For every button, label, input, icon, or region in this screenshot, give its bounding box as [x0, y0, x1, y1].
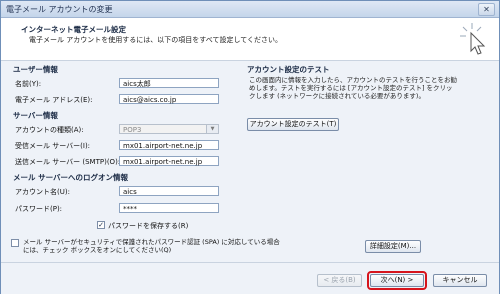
test-account-button[interactable]: アカウント設定のテスト(T)	[247, 118, 339, 131]
password-field[interactable]: ****	[119, 203, 219, 213]
incoming-server-field[interactable]: mx01.airport-net.ne.jp	[119, 140, 219, 150]
user-info-heading: ユーザー情報	[13, 65, 58, 74]
dialog-body: ユーザー情報 名前(Y): aics太郎 電子メール アドレス(E): aics…	[1, 61, 499, 261]
account-name-label: アカウント名(U):	[15, 188, 70, 196]
save-password-label: パスワードを保存する(R)	[108, 222, 189, 230]
header-title: インターネット電子メール設定	[21, 25, 126, 34]
email-label: 電子メール アドレス(E):	[15, 96, 93, 104]
cursor-click-icon	[460, 23, 486, 55]
incoming-server-label: 受信メール サーバー(I):	[15, 142, 91, 150]
cancel-button[interactable]: キャンセル	[433, 274, 487, 287]
header-subtitle: 電子メール アカウントを使用するには、以下の項目をすべて設定してください。	[29, 36, 283, 44]
name-field[interactable]: aics太郎	[119, 78, 219, 88]
account-settings-dialog: 電子メール アカウントの変更 ✕ インターネット電子メール設定 電子メール アカ…	[0, 0, 500, 294]
account-type-select[interactable]: POP3 ▼	[119, 124, 219, 134]
outgoing-server-field[interactable]: mx01.airport-net.ne.jp	[119, 156, 219, 166]
save-password-checkbox[interactable]: ✓	[97, 221, 105, 229]
more-settings-button[interactable]: 詳細設定(M)...	[365, 240, 421, 253]
highlight-ring	[367, 271, 427, 290]
password-label: パスワード(P):	[15, 205, 63, 213]
outgoing-server-label: 送信メール サーバー (SMTP)(O):	[15, 158, 121, 166]
account-name-field[interactable]: aics	[119, 186, 219, 196]
name-label: 名前(Y):	[15, 80, 42, 88]
close-icon[interactable]: ✕	[478, 3, 495, 16]
account-type-label: アカウントの種類(A):	[15, 126, 84, 134]
logon-info-heading: メール サーバーへのログオン情報	[13, 173, 129, 182]
dialog-header: インターネット電子メール設定 電子メール アカウントを使用するには、以下の項目を…	[1, 18, 499, 61]
account-type-value: POP3	[123, 126, 142, 134]
email-field[interactable]: aics@aics.co.jp	[119, 94, 219, 104]
window-title: 電子メール アカウントの変更	[6, 5, 113, 14]
spa-label: メール サーバーがセキュリティで保護されたパスワード認証 (SPA) に対応して…	[23, 238, 280, 254]
chevron-down-icon[interactable]: ▼	[206, 125, 218, 133]
test-heading: アカウント設定のテスト	[247, 65, 330, 74]
title-bar[interactable]: 電子メール アカウントの変更 ✕	[1, 1, 499, 18]
server-info-heading: サーバー情報	[13, 111, 58, 120]
spa-checkbox[interactable]	[11, 239, 19, 247]
back-button[interactable]: < 戻る(B)	[317, 274, 362, 287]
test-description: この画面内に情報を入力したら、アカウントのテストを行うことをお勧めします。テスト…	[249, 76, 457, 100]
